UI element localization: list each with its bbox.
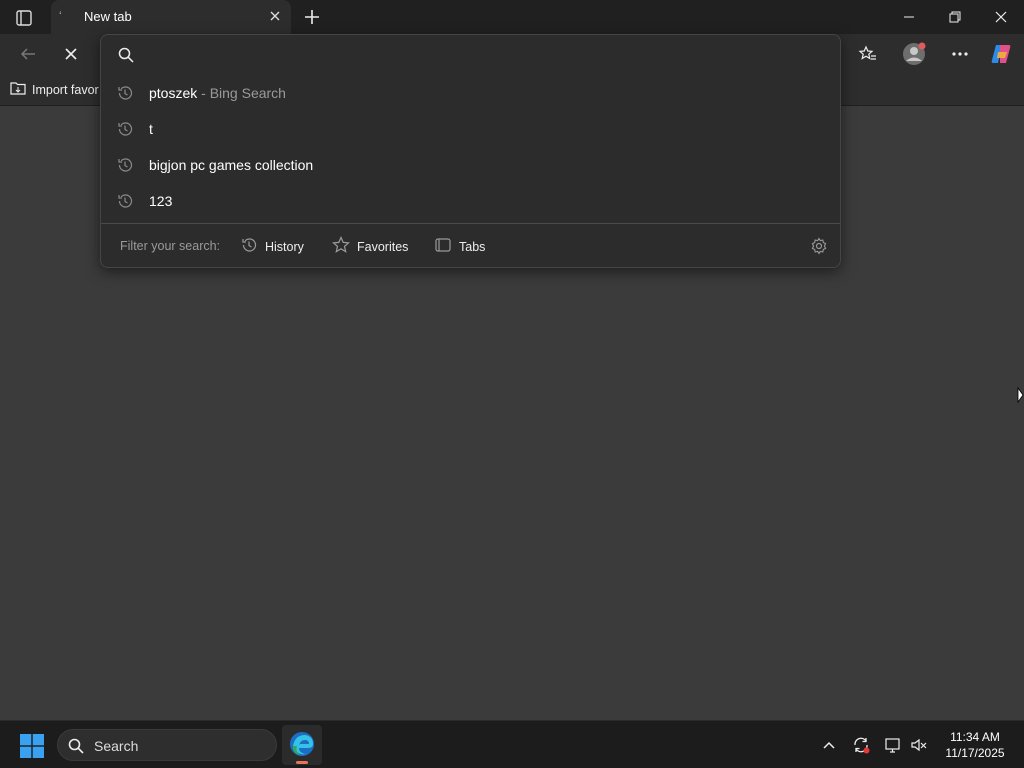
suggestion-text: bigjon pc games collection <box>149 157 314 173</box>
suggestion-item[interactable]: ptoszek - Bing Search <box>101 75 840 111</box>
tab-title: New tab <box>84 9 132 24</box>
taskbar-search-box[interactable]: Search <box>57 729 277 761</box>
tab-new-tab[interactable]: ʻ New tab <box>51 0 291 34</box>
filter-history-button[interactable]: History <box>240 236 304 257</box>
star-icon <box>332 236 350 257</box>
clock-date: 11/17/2025 <box>945 746 1005 760</box>
chevron-up-icon[interactable] <box>820 736 838 754</box>
suggestion-item[interactable]: t <box>101 111 840 147</box>
address-bar-dropdown: ptoszek - Bing Search t bigjon pc games … <box>100 34 841 268</box>
mouse-cursor-icon <box>1016 386 1024 406</box>
import-favorites-button[interactable]: Import favor <box>10 81 99 98</box>
search-icon <box>68 738 84 754</box>
windows-start-icon[interactable] <box>20 734 44 758</box>
address-input[interactable] <box>149 43 809 67</box>
search-filter-row: Filter your search: History Favorites Ta… <box>101 224 840 268</box>
title-bar: ʻ New tab <box>0 0 1024 34</box>
tab-loading-icon: ʻ <box>59 9 62 23</box>
system-clock[interactable]: 11:34 AM 11/17/2025 <box>936 729 1014 761</box>
taskbar-search-placeholder: Search <box>94 738 139 754</box>
filter-history-label: History <box>265 239 304 254</box>
minimize-button[interactable] <box>886 0 932 34</box>
close-tab-icon[interactable] <box>267 8 283 24</box>
stop-loading-icon[interactable] <box>58 42 84 66</box>
suggestion-text: ptoszek <box>149 85 198 101</box>
edge-icon <box>289 731 315 762</box>
folder-icon <box>10 81 26 98</box>
suggestion-text: t <box>149 121 153 137</box>
history-icon <box>116 156 134 174</box>
suggestion-item[interactable]: bigjon pc games collection <box>101 147 840 183</box>
edge-taskbar-button[interactable] <box>282 725 322 765</box>
restore-button[interactable] <box>932 0 978 34</box>
history-icon <box>116 84 134 102</box>
clock-time: 11:34 AM <box>950 730 1000 744</box>
history-icon <box>116 192 134 210</box>
display-icon[interactable] <box>884 736 902 754</box>
filter-tabs-button[interactable]: Tabs <box>434 236 485 257</box>
active-app-indicator <box>296 761 308 764</box>
history-icon <box>240 236 258 257</box>
profile-avatar[interactable] <box>901 42 927 66</box>
more-options-icon[interactable] <box>947 42 973 66</box>
suggestion-item[interactable]: 123 <box>101 183 840 219</box>
filter-favorites-label: Favorites <box>357 239 409 254</box>
tab-actions-icon[interactable] <box>10 8 38 28</box>
address-bar <box>101 35 840 75</box>
filter-favorites-button[interactable]: Favorites <box>332 236 408 257</box>
new-tab-button[interactable] <box>302 7 322 27</box>
history-icon <box>116 120 134 138</box>
gear-icon[interactable] <box>810 237 828 255</box>
copilot-icon[interactable] <box>988 42 1014 66</box>
favorites-star-icon[interactable] <box>855 42 881 66</box>
search-icon <box>118 47 134 63</box>
suggestion-text: 123 <box>149 193 173 209</box>
tabs-icon <box>434 236 452 257</box>
import-favorites-label: Import favor <box>32 82 99 97</box>
close-window-button[interactable] <box>978 0 1024 34</box>
back-arrow-icon[interactable] <box>15 42 41 66</box>
sync-icon[interactable] <box>852 736 870 754</box>
filter-label: Filter your search: <box>120 239 221 253</box>
suggestion-source: - Bing Search <box>197 85 286 101</box>
filter-tabs-label: Tabs <box>459 239 486 254</box>
taskbar: Search 11:34 AM 11/17/2025 <box>0 720 1024 768</box>
volume-muted-icon[interactable] <box>910 736 928 754</box>
